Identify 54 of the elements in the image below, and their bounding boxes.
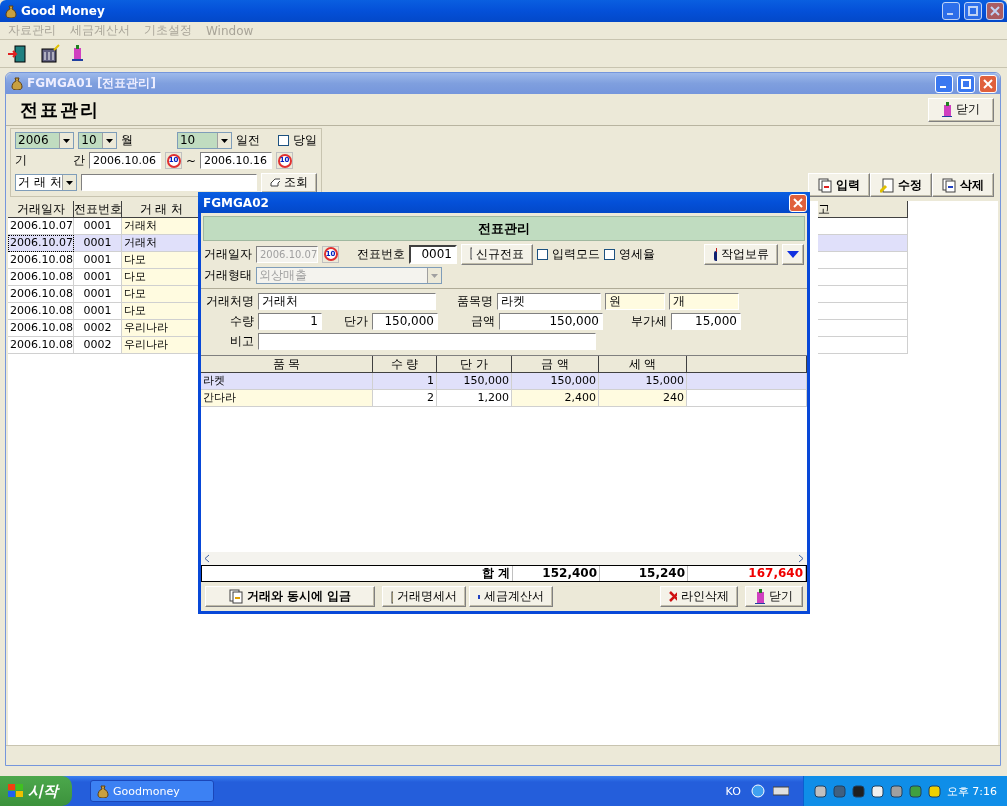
field-label: 수량 (229, 312, 254, 330)
table-cell: 150,000 (437, 373, 512, 390)
table-cell: 0001 (74, 252, 122, 269)
total-value: 15,240 (600, 566, 688, 581)
period-label: 기 (15, 152, 27, 169)
table-cell: 150,000 (512, 373, 599, 390)
table-cell: 0001 (74, 218, 122, 235)
field-label: 거래처명 (205, 292, 254, 310)
table-cell: 2006.10.07 (8, 235, 74, 252)
table-cell: 2006.10.08 (8, 269, 74, 286)
table-cell: 0001 (74, 235, 122, 252)
total-value: 167,640 (688, 566, 806, 581)
table-cell: 2 (373, 390, 437, 407)
table-cell: 0001 (74, 286, 122, 303)
table-cell: 15,000 (599, 373, 687, 390)
field-label: 금액 (470, 312, 495, 330)
table-cell: 2006.10.08 (8, 337, 74, 354)
table-cell: 2006.10.07 (8, 218, 74, 235)
table-cell: 0001 (74, 303, 122, 320)
field-label: 거래일자 (204, 245, 252, 263)
child-window-title: FGMGA01 [전표관리] (27, 75, 157, 92)
checkbox-label: 입력모드 (552, 245, 600, 263)
range-separator: ~ (186, 153, 197, 168)
table-cell: 240 (599, 390, 687, 407)
table-cell: 1,200 (437, 390, 512, 407)
table-cell: 2006.10.08 (8, 303, 74, 320)
table-cell: 0002 (74, 320, 122, 337)
days-label: 일전 (236, 132, 261, 149)
totals-label: 합 계 (202, 566, 513, 581)
month-label: 월 (120, 132, 133, 149)
page-heading: 전표관리 (20, 97, 100, 122)
checkbox-label: 영세율 (619, 245, 655, 263)
table-cell: 2006.10.08 (8, 286, 74, 303)
dialog-title: FGMGA02 (203, 195, 270, 210)
checkbox-label: 당일 (293, 132, 317, 149)
table-cell: 2,400 (512, 390, 599, 407)
field-label: 전표번호 (357, 245, 405, 263)
dialog-heading: 전표관리 (203, 216, 805, 241)
table-cell: 2006.10.08 (8, 320, 74, 337)
total-value: 152,400 (513, 566, 600, 581)
table-cell: 2006.10.08 (8, 252, 74, 269)
field-label: 거래형태 (204, 267, 252, 284)
table-cell: 0001 (74, 269, 122, 286)
window-title: Good Money (21, 4, 106, 18)
table-cell: 간다라 (201, 390, 373, 407)
field-label: 단가 (343, 312, 368, 330)
table-cell: 0002 (74, 337, 122, 354)
period-label: 간 (73, 152, 85, 169)
table-cell: 라켓 (201, 373, 373, 390)
field-label: 비고 (229, 332, 254, 350)
clock: 오후 7:16 (946, 783, 997, 799)
field-label: 부가세 (630, 312, 667, 330)
table-cell: 1 (373, 373, 437, 390)
field-label: 품목명 (456, 292, 493, 310)
